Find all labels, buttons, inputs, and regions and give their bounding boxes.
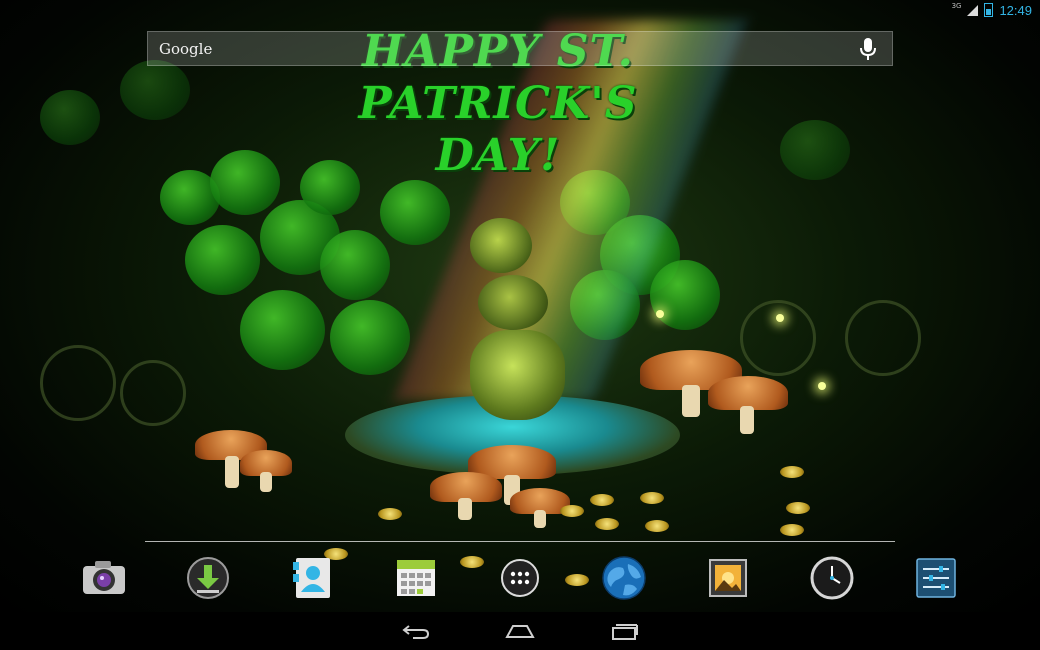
clover-leaf: [780, 120, 850, 180]
status-bar: 3G 12:49: [0, 0, 1040, 20]
recent-apps-button[interactable]: [604, 618, 644, 644]
clock-icon: [810, 556, 854, 600]
gold-coin: [560, 505, 584, 517]
pot-middle: [478, 275, 548, 330]
all-apps-button[interactable]: [494, 552, 546, 604]
celtic-ring: [845, 300, 921, 376]
clock-app-button[interactable]: [806, 552, 858, 604]
mushroom: [240, 450, 295, 495]
back-button[interactable]: [396, 618, 436, 644]
settings-app-button[interactable]: [910, 552, 962, 604]
pot-top: [470, 218, 532, 273]
downloads-icon: [187, 557, 229, 599]
contacts-icon: [293, 558, 330, 598]
camera-icon: [83, 561, 125, 594]
mushroom: [430, 472, 505, 522]
wallpaper: HAPPY ST. PATRICK'S DAY!: [0, 0, 1040, 612]
firefly: [656, 310, 664, 318]
clover-leaf: [40, 90, 100, 145]
gold-coin: [786, 502, 810, 514]
contacts-app-button[interactable]: [286, 552, 338, 604]
celtic-ring: [120, 360, 186, 426]
clover-leaf: [120, 60, 190, 120]
firefly: [818, 382, 826, 390]
settings-icon: [916, 558, 956, 598]
mushroom: [708, 376, 790, 436]
calendar-icon: [397, 560, 435, 596]
downloads-app-button[interactable]: [182, 552, 234, 604]
gold-coin: [640, 492, 664, 504]
recent-apps-icon: [612, 624, 638, 640]
greeting-line-2: PATRICK'S DAY!: [358, 78, 638, 181]
clover-leaf: [650, 260, 720, 330]
gallery-icon: [709, 559, 747, 597]
all-apps-icon: [501, 559, 539, 597]
celtic-ring: [40, 345, 116, 421]
gold-coin: [595, 518, 619, 530]
gold-coin: [378, 508, 402, 520]
celtic-ring: [740, 300, 816, 376]
dock: [0, 552, 1040, 606]
network-type: 3G: [951, 2, 962, 10]
clover-leaf: [320, 230, 390, 300]
gold-coin: [780, 524, 804, 536]
gold-coin: [590, 494, 614, 506]
clover-leaf: [330, 300, 410, 375]
home-icon: [505, 625, 535, 638]
navigation-bar: [0, 612, 1040, 650]
browser-globe-icon: [602, 556, 646, 600]
signal-icon: [967, 4, 979, 16]
home-button[interactable]: [500, 618, 540, 644]
back-icon: [402, 625, 430, 639]
clover-leaf: [210, 150, 280, 215]
gallery-app-button[interactable]: [702, 552, 754, 604]
mic-icon[interactable]: [858, 37, 878, 61]
clover-leaf: [380, 180, 450, 245]
clover-leaf: [240, 290, 325, 370]
status-clock: 12:49: [999, 2, 1032, 18]
camera-app-button[interactable]: [78, 552, 130, 604]
battery-icon: [984, 3, 994, 17]
gold-coin: [780, 466, 804, 478]
pot-bottom: [470, 330, 565, 420]
dock-divider: [145, 541, 895, 542]
google-search-bar[interactable]: Google: [147, 31, 893, 66]
calendar-app-button[interactable]: [390, 552, 442, 604]
firefly: [776, 314, 784, 322]
gold-coin: [645, 520, 669, 532]
clover-leaf: [185, 225, 260, 295]
search-label: Google: [159, 39, 213, 58]
browser-app-button[interactable]: [598, 552, 650, 604]
